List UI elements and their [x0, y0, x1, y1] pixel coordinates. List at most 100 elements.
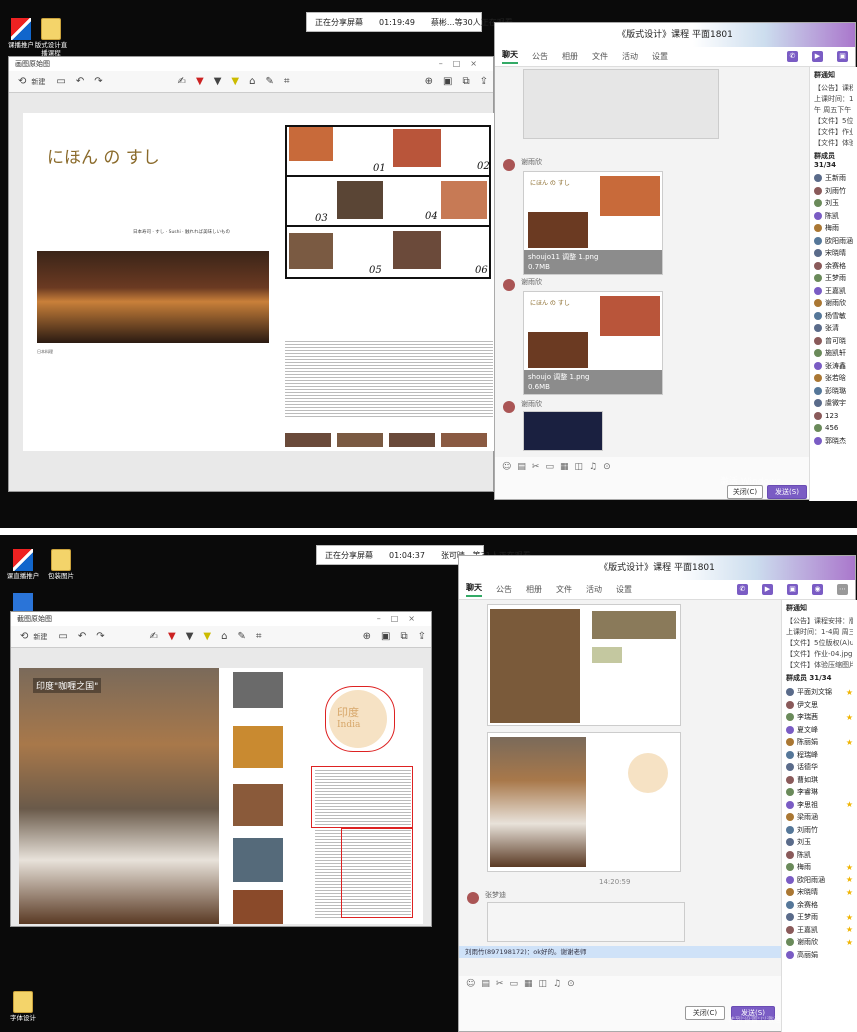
desktop-icon-folder[interactable]: 包装图片	[44, 549, 78, 580]
video-icon[interactable]: ▶	[812, 51, 823, 62]
save-icon[interactable]: ▣	[443, 76, 452, 87]
pen-red-icon[interactable]: ▼	[196, 76, 204, 87]
tab-chat[interactable]: 聊天	[502, 49, 518, 64]
member-item[interactable]: 陈丽娟 ★	[786, 736, 857, 749]
paint-canvas[interactable]: 印度"咖喱之国" 印度 India	[19, 668, 423, 924]
member-item[interactable]: 梁雨涵	[786, 811, 857, 824]
member-item[interactable]: 宋晓晴 ★	[786, 886, 857, 899]
tab-album[interactable]: 相册	[526, 584, 542, 595]
member-item[interactable]: 话德华	[786, 761, 857, 774]
pen-red-icon[interactable]: ▼	[168, 631, 176, 642]
tab-settings[interactable]: 设置	[652, 51, 668, 62]
paint-canvas[interactable]: にほん の すし 日本寿司 · すし · Sushi · 触れれば美味しいもの …	[23, 113, 497, 451]
image-icon[interactable]: ▦	[524, 979, 533, 989]
member-item[interactable]: 梅雨	[814, 222, 857, 235]
bell-icon[interactable]: ♫	[553, 979, 561, 989]
screenshot-icon[interactable]: ◫	[538, 979, 547, 989]
member-item[interactable]: 456	[814, 422, 857, 435]
undo-icon[interactable]: ↶	[78, 631, 86, 642]
member-item[interactable]: 曾可晓	[814, 335, 857, 348]
pen-black-icon[interactable]: ▼	[214, 76, 222, 87]
tab-settings[interactable]: 设置	[616, 584, 632, 595]
member-item[interactable]: 欧阳雨涵 ★	[786, 874, 857, 887]
gif-icon[interactable]: ▤	[481, 979, 490, 989]
pen-black-icon[interactable]: ▼	[186, 631, 194, 642]
scissors-icon[interactable]: ✂	[532, 462, 540, 472]
quoted-reply[interactable]: 刘雨竹(897198172)：ok好的。谢谢老师	[459, 946, 781, 958]
member-item[interactable]: 刘雨竹	[814, 185, 857, 198]
member-item[interactable]: 刘玉	[786, 836, 857, 849]
tab-notice[interactable]: 公告	[532, 51, 548, 62]
member-item[interactable]: 张清	[814, 322, 857, 335]
image-icon[interactable]: ▦	[560, 462, 569, 472]
member-item[interactable]: 王嘉凯	[814, 285, 857, 298]
file-list-message[interactable]	[487, 902, 685, 942]
desktop-icon-folder[interactable]: 版式设计直播课程	[34, 18, 68, 57]
folder-icon[interactable]: ▭	[545, 462, 554, 472]
redo-icon[interactable]: ↷	[94, 76, 102, 87]
image-message[interactable]: にほん の すし shoujo 调整 1.png 0.6MB	[523, 291, 663, 395]
member-item[interactable]: 彭晓璐	[814, 385, 857, 398]
desktop-icon-font[interactable]: 字体设计	[6, 991, 40, 1022]
close-button[interactable]: 关闭(C)	[727, 485, 763, 499]
redo-icon[interactable]: ↷	[96, 631, 104, 642]
eraser-icon[interactable]: ⌂	[221, 631, 227, 642]
member-item[interactable]: 程瑞峰	[786, 749, 857, 762]
highlighter-icon[interactable]: ▼	[231, 76, 239, 87]
copy-icon[interactable]: ⧉	[462, 76, 469, 87]
image-message[interactable]	[487, 604, 681, 726]
call-icon[interactable]: ✆	[737, 584, 748, 595]
member-item[interactable]: 谢雨欣 ★	[786, 936, 857, 949]
tab-activity[interactable]: 活动	[586, 584, 602, 595]
member-item[interactable]: 123	[814, 410, 857, 423]
member-item[interactable]: 张若晗	[814, 372, 857, 385]
tab-notice[interactable]: 公告	[496, 584, 512, 595]
tab-files[interactable]: 文件	[556, 584, 572, 595]
image-message[interactable]	[487, 732, 681, 872]
touch-write-icon[interactable]: ✍	[178, 76, 186, 87]
new-icon[interactable]: ⟲	[20, 631, 28, 642]
member-item[interactable]: 欧阳雨涵	[814, 235, 857, 248]
save-icon[interactable]: ▣	[381, 631, 390, 642]
member-item[interactable]: 高丽娟	[786, 949, 857, 962]
member-item[interactable]: 张涛鑫	[814, 360, 857, 373]
gif-icon[interactable]: ▤	[517, 462, 526, 472]
more-icon[interactable]: ⊙	[567, 979, 575, 989]
member-item[interactable]: 杨雪敏	[814, 310, 857, 323]
member-item[interactable]: 王梦雨 ★	[786, 911, 857, 924]
member-item[interactable]: 施凯轩	[814, 347, 857, 360]
folder-icon[interactable]: ▭	[58, 631, 67, 642]
crop-icon[interactable]: ⌗	[256, 631, 262, 642]
camera-icon[interactable]: ◉	[812, 584, 823, 595]
member-item[interactable]: 夏文峰	[786, 724, 857, 737]
member-item[interactable]: 李睿琳	[786, 786, 857, 799]
screen-icon[interactable]: ▣	[787, 584, 798, 595]
window-controls[interactable]: –□×	[377, 612, 425, 626]
member-item[interactable]: 曹如琪	[786, 774, 857, 787]
new-icon[interactable]: ⟲	[18, 76, 26, 87]
video-icon[interactable]: ▶	[762, 584, 773, 595]
tab-album[interactable]: 相册	[562, 51, 578, 62]
ruler-icon[interactable]: ✎	[237, 631, 245, 642]
member-item[interactable]: 陈凯	[814, 210, 857, 223]
copy-icon[interactable]: ⧉	[400, 631, 407, 642]
member-item[interactable]: 虞微宇	[814, 397, 857, 410]
new-button[interactable]: 新建	[31, 77, 45, 87]
ruler-icon[interactable]: ✎	[265, 76, 273, 87]
tab-activity[interactable]: 活动	[622, 51, 638, 62]
window-controls[interactable]: –□×	[439, 57, 487, 71]
folder-icon[interactable]: ▭	[509, 979, 518, 989]
member-item[interactable]: 郭晓杰	[814, 435, 857, 448]
member-item[interactable]: 余赛格	[786, 899, 857, 912]
scissors-icon[interactable]: ✂	[496, 979, 504, 989]
member-item[interactable]: 王嘉凯 ★	[786, 924, 857, 937]
zoom-icon[interactable]: ⊕	[425, 76, 433, 87]
member-item[interactable]: 王梦雨	[814, 272, 857, 285]
screenshot-icon[interactable]: ◫	[574, 462, 583, 472]
touch-write-icon[interactable]: ✍	[150, 631, 158, 642]
screen-icon[interactable]: ▣	[837, 51, 848, 62]
share-icon[interactable]: ⇪	[418, 631, 426, 642]
member-item[interactable]: 梅雨 ★	[786, 861, 857, 874]
member-item[interactable]: 刘雨竹	[786, 824, 857, 837]
member-item[interactable]: 伊文思	[786, 699, 857, 712]
